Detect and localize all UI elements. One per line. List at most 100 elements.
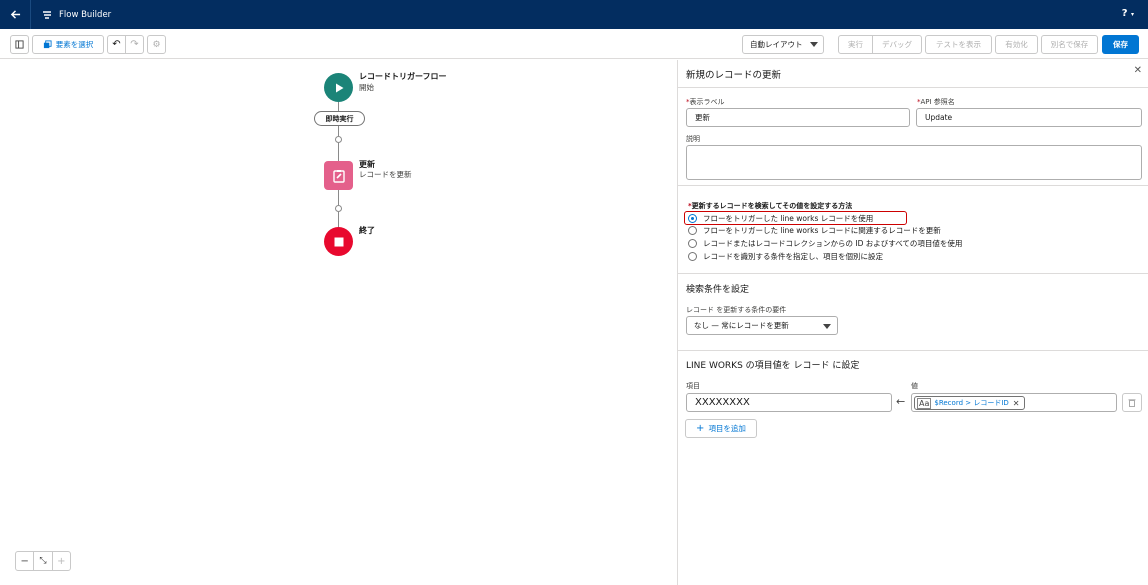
value-column-label: 値 [911,382,918,390]
arrow-left-icon [10,10,20,19]
trash-icon [1128,399,1136,407]
stop-icon [334,237,343,246]
play-icon [335,83,343,92]
auto-layout-select[interactable]: 自動レイアウト [742,35,824,54]
connector-line [338,143,339,161]
flow-icon [43,10,51,19]
connector-line [338,126,339,136]
text-type-icon: Aa [917,397,932,409]
description-label: 説明 [686,135,700,143]
run-label: 実行 [848,40,863,49]
update-node[interactable] [324,161,353,190]
divider [678,87,1148,88]
top-bar: Flow Builder ? ▾ [0,0,1148,29]
divider [678,185,1148,186]
field-column-label: 項目 [686,382,700,390]
label-field-label: *表示ラベル [686,98,725,106]
radio-label: レコードまたはレコードコレクションからの ID およびすべての項目値を使用 [703,239,963,248]
save-button[interactable]: 保存 [1102,35,1139,54]
field-section-title: LINE WORKS の項目値を レコード に設定 [686,361,860,371]
path-label: 即時実行 [325,114,354,123]
divider [678,350,1148,351]
minus-icon: − [20,555,29,567]
connector-add-point[interactable] [335,136,342,143]
top-bar-divider [30,0,31,29]
gear-icon: ⚙ [152,39,161,50]
settings-button[interactable]: ⚙ [147,35,166,54]
value-resource-input[interactable]: Aa $Record > レコードID ✕ [911,393,1117,412]
app-title: Flow Builder [59,9,112,20]
connector-line [338,102,339,111]
arrow-left-icon: ← [896,395,906,408]
update-node-subtitle: レコードを更新 [359,170,412,179]
field-input[interactable]: XXXXXXXX [686,393,892,412]
radio-button[interactable] [688,226,697,235]
select-icon [43,40,52,49]
connector-line [338,190,339,205]
undo-button[interactable]: ↶ [107,35,126,54]
panel-title: 新規のレコードの更新 [686,70,782,81]
debug-button[interactable]: デバッグ [872,35,922,54]
add-field-label: 項目を追加 [708,424,746,433]
activate-button[interactable]: 有効化 [995,35,1038,54]
edit-record-icon [332,169,345,183]
radio-option-specify-conditions[interactable]: レコードを識別する条件を指定し、項目を個別に設定 [688,251,883,262]
delete-row-button[interactable] [1122,393,1142,412]
radio-option-record-collection[interactable]: レコードまたはレコードコレクションからの ID およびすべての項目値を使用 [688,238,962,249]
api-name-label-text: API 参照名 [920,98,955,106]
api-name-input[interactable]: Update [916,108,1142,127]
close-icon: ✕ [1133,65,1142,76]
api-name-input-value: Update [925,113,953,122]
zoom-in-button[interactable]: + [53,552,70,570]
fit-icon: ⤡ [39,556,47,566]
description-textarea[interactable] [686,145,1142,180]
debug-label: デバッグ [882,40,912,49]
run-button[interactable]: 実行 [838,35,873,54]
redo-button[interactable]: ↷ [125,35,144,54]
connector-add-point[interactable] [335,205,342,212]
radio-button[interactable] [688,252,697,261]
field-input-value: XXXXXXXX [695,397,750,408]
redo-icon: ↷ [130,39,139,50]
property-panel: 新規のレコードの更新 ✕ *表示ラベル 更新 *API 参照名 Update 説… [677,60,1148,585]
plus-icon: + [696,423,705,434]
radio-option-related-records[interactable]: フローをトリガーした line works レコードに関連するレコードを更新 [688,225,941,236]
method-label: *更新するレコードを検索してその値を設定する方法 [688,202,853,210]
auto-layout-label: 自動レイアウト [750,40,803,49]
toggle-panel-button[interactable] [10,35,29,54]
radio-label: フローをトリガーした line works レコードに関連するレコードを更新 [703,226,941,235]
radio-button[interactable] [688,239,697,248]
help-menu[interactable]: ? ▾ [1122,8,1134,19]
api-name-field-label: *API 参照名 [917,98,955,106]
zoom-out-button[interactable]: − [16,552,35,570]
start-node-title: レコードトリガーフロー [359,72,447,81]
save-as-label: 別名で保存 [1050,40,1089,49]
plus-icon: + [57,555,66,567]
condition-requirement-select[interactable]: なし — 常にレコードを更新 [686,316,838,335]
radio-label: レコードを識別する条件を指定し、項目を個別に設定 [703,252,883,261]
save-label: 保存 [1113,40,1128,49]
selected-option-highlight [684,211,907,225]
zoom-controls: − ⤡ + [15,551,71,571]
view-tests-button[interactable]: テストを表示 [925,35,992,54]
end-node[interactable] [324,227,353,256]
close-icon[interactable]: ✕ [1013,399,1020,408]
toolbar: 要素を選択 ↶ ↷ ⚙ 自動レイアウト 実行 デバッグ テストを表示 有効化 別… [0,29,1148,59]
resource-pill[interactable]: Aa $Record > レコードID ✕ [914,396,1025,410]
path-label-badge[interactable]: 即時実行 [314,111,365,126]
label-input[interactable]: 更新 [686,108,910,127]
select-elements-button[interactable]: 要素を選択 [32,35,104,54]
chevron-down-icon [810,42,818,47]
start-node-subtitle: 開始 [359,83,374,92]
help-icon: ? [1121,8,1128,19]
add-field-button[interactable]: + 項目を追加 [685,419,757,438]
end-node-title: 終了 [359,226,375,235]
condition-requirement-label: レコード を更新する条件の要件 [686,306,787,314]
save-as-button[interactable]: 別名で保存 [1041,35,1098,54]
select-elements-label: 要素を選択 [55,40,94,49]
close-button[interactable]: ✕ [1134,65,1142,76]
back-button[interactable] [0,0,30,29]
start-node[interactable] [324,73,353,102]
fit-view-button[interactable]: ⤡ [34,552,53,570]
divider [678,273,1148,274]
